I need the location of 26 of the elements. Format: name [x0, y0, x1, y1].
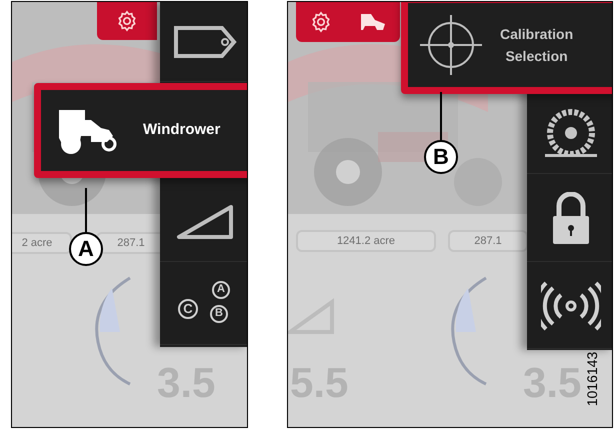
menu-item[interactable]	[160, 2, 247, 82]
menu-item[interactable]	[527, 94, 612, 174]
readout-pill: 2 acre	[12, 232, 72, 254]
settings-icon[interactable]	[116, 10, 138, 32]
settings-tab[interactable]	[97, 2, 157, 40]
machine-icon[interactable]	[358, 12, 386, 32]
figure-number: 1016143	[585, 350, 599, 408]
crosshair-icon	[418, 15, 484, 75]
circled-letter: B	[210, 304, 228, 322]
circled-letter: A	[212, 280, 230, 298]
menu-item[interactable]	[527, 177, 612, 262]
settings-icon[interactable]	[310, 11, 332, 33]
readout-pill: 1241.2 acre	[296, 230, 436, 252]
calibration-selection-menu-item[interactable]: Calibration Selection	[401, 2, 612, 94]
tag-icon	[173, 24, 237, 58]
readout-pill: 287.1	[448, 230, 528, 252]
circled-letter: C	[178, 298, 198, 318]
triangle-icon	[175, 202, 235, 240]
windrower-menu-item[interactable]: Windrower	[34, 83, 247, 178]
menu-item[interactable]: C A B	[160, 265, 247, 345]
triangle-icon	[288, 298, 336, 336]
wireless-signal-icon	[541, 281, 601, 331]
menu-item[interactable]	[160, 182, 247, 262]
menu-item[interactable]	[527, 264, 612, 349]
leader-line	[85, 188, 87, 232]
leader-line	[440, 92, 442, 140]
